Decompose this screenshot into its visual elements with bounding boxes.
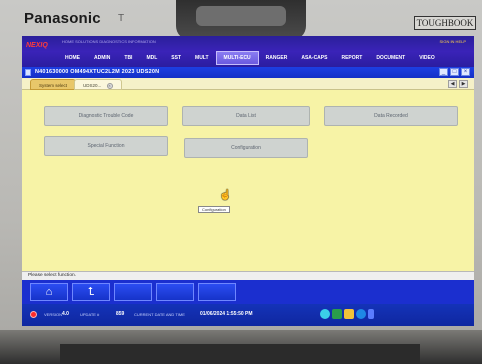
status-message: Please select function. — [22, 271, 474, 280]
home-icon[interactable]: ⌂ — [30, 283, 68, 301]
menu-item-mdl[interactable]: MDL — [139, 51, 164, 65]
update-value: 859 — [116, 311, 125, 317]
tab-label: System select — [39, 83, 68, 88]
update-label: UPDATE # — [80, 312, 100, 317]
datetime-value: 01/06/2024 1:55:50 PM — [200, 311, 253, 317]
data-list-button[interactable]: Data List — [182, 106, 310, 126]
model-badge: TOUGHBOOK — [414, 16, 476, 30]
menu-item-multi-ecu[interactable]: MULTI-ECU — [215, 51, 259, 65]
window-controls: _ □ × — [439, 68, 470, 76]
version-label: VERSION — [44, 312, 63, 317]
app-logo: NEXIQ — [26, 42, 48, 49]
keyboard-edge — [60, 344, 420, 364]
back-icon[interactable]: ⮤ — [72, 283, 110, 301]
maximize-button[interactable]: □ — [450, 68, 459, 76]
menu-item-home[interactable]: HOME — [58, 51, 87, 65]
toolbar-slot-3[interactable] — [114, 283, 152, 301]
menu-item-video[interactable]: VIDEO — [412, 51, 442, 65]
main-menu: HOME ADMIN TBI MDL SST MULT MULTI-ECU RANGER ASA… — [58, 51, 442, 65]
app-icon[interactable] — [368, 309, 374, 319]
browser-icon[interactable] — [356, 309, 366, 319]
window-icon — [25, 69, 31, 76]
menu-item-tbi[interactable]: TBI — [117, 51, 139, 65]
window-titlebar: N401630000 OM494XTUC2L2M 2023 UDS20N _ □… — [22, 67, 474, 78]
tab-uds[interactable]: UDS20... × — [74, 79, 122, 90]
device-brand: Panasonic — [24, 10, 101, 27]
dtc-button[interactable]: Diagnostic Trouble Code — [44, 106, 168, 126]
toolbar-slot-4[interactable] — [156, 283, 194, 301]
configuration-button[interactable]: Configuration — [184, 138, 308, 158]
data-recorded-button[interactable]: Data Recorded — [324, 106, 458, 126]
configuration-tooltip: Configuration — [198, 206, 230, 213]
menu-item-admin[interactable]: ADMIN — [87, 51, 117, 65]
status-bar: VERSION 4.0 UPDATE # 859 CURRENT DATE AN… — [22, 304, 474, 326]
menu-item-asa-caps[interactable]: ASA-CAPS — [294, 51, 334, 65]
top-navigation: NEXIQ HOME SOLUTIONS DIAGNOSTICS INFORMA… — [22, 36, 474, 67]
prev-tab-button[interactable]: ◀ — [448, 80, 457, 88]
network-icon[interactable] — [320, 309, 330, 319]
menu-item-report[interactable]: REPORT — [334, 51, 369, 65]
next-tab-button[interactable]: ▶ — [459, 80, 468, 88]
tab-row: System select UDS20... × ◀ ▶ — [22, 78, 474, 90]
utility-links[interactable]: HOME SOLUTIONS DIAGNOSTICS INFORMATION — [62, 39, 156, 44]
menu-item-sst[interactable]: SST — [164, 51, 188, 65]
minimize-button[interactable]: _ — [439, 68, 448, 76]
menu-item-document[interactable]: DOCUMENT — [369, 51, 412, 65]
mouse-cursor-icon: ☝ — [219, 190, 232, 201]
system-tray — [320, 309, 374, 319]
version-value: 4.0 — [62, 311, 69, 317]
special-function-button[interactable]: Special Function — [44, 136, 168, 156]
close-button[interactable]: × — [461, 68, 470, 76]
tab-system-select[interactable]: System select — [30, 79, 77, 90]
function-panel: Diagnostic Trouble Code Data List Data R… — [22, 90, 474, 271]
chrome-icon[interactable] — [332, 309, 342, 319]
toolbar-slot-5[interactable] — [198, 283, 236, 301]
window-title: N401630000 OM494XTUC2L2M 2023 UDS20N — [35, 69, 160, 75]
tab-label: UDS20... — [83, 83, 102, 88]
folder-icon[interactable] — [344, 309, 354, 319]
tab-close-icon[interactable]: × — [106, 82, 113, 89]
bottom-toolbar: ⌂ ⮤ — [22, 280, 474, 304]
tab-nav-arrows: ◀ ▶ — [448, 80, 468, 88]
device-brand-tail: T — [118, 13, 125, 24]
stop-icon[interactable] — [30, 311, 37, 318]
menu-item-mult[interactable]: MULT — [188, 51, 216, 65]
menu-item-ranger[interactable]: RANGER — [259, 51, 295, 65]
laptop-screen: NEXIQ HOME SOLUTIONS DIAGNOSTICS INFORMA… — [22, 36, 474, 326]
utility-right-links[interactable]: SIGN IN HELP — [440, 39, 466, 44]
datetime-label: CURRENT DATE AND TIME — [134, 312, 185, 317]
handle-grip — [196, 6, 286, 26]
